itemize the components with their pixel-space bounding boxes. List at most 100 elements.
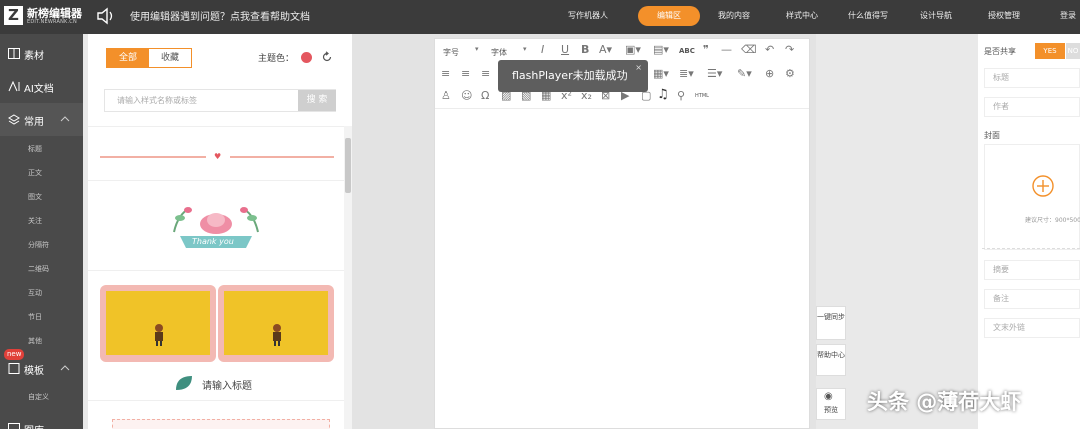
align-right-icon[interactable]: ≡	[481, 67, 490, 80]
nav-editor[interactable]: 编辑区	[638, 6, 700, 26]
divider-style-right[interactable]	[230, 156, 334, 158]
underline-icon[interactable]: U	[561, 43, 569, 56]
tab-all[interactable]: 全部	[107, 49, 149, 67]
html-button[interactable]: HTML	[695, 93, 709, 99]
brush-icon[interactable]: ✎▾	[737, 67, 752, 80]
search-button[interactable]: 搜 索	[298, 90, 336, 111]
leaf-icon	[176, 376, 192, 390]
link-icon[interactable]: ⚲	[677, 89, 685, 102]
nav-sub-interactive[interactable]: 互动	[28, 288, 42, 298]
format-icon[interactable]: ▤▾	[653, 43, 669, 56]
material-tabs: 全部 收藏	[106, 48, 192, 68]
nav-sub-custom[interactable]: 自定义	[28, 392, 49, 402]
nav-template[interactable]: 模板	[0, 352, 83, 385]
nav-writing-robot[interactable]: 写作机器人	[568, 10, 608, 21]
cover-upload[interactable]: 建议尺寸：900*500	[984, 144, 1080, 250]
external-link-field[interactable]: 文末外链	[984, 318, 1080, 338]
nav-authorization[interactable]: 授权管理	[988, 10, 1020, 21]
nav-ai-doc[interactable]: AI文档	[0, 70, 83, 103]
nav-design-guide[interactable]: 设计导航	[920, 10, 952, 21]
scroll-thumb[interactable]	[345, 138, 351, 193]
music-icon[interactable]: ♫	[657, 87, 669, 102]
thank-you-style[interactable]: Thank you	[168, 198, 264, 254]
nav-sub-image-text[interactable]: 图文	[28, 192, 42, 202]
tab-favorites[interactable]: 收藏	[149, 49, 191, 67]
nav-sub-body[interactable]: 正文	[28, 168, 42, 178]
nav-ai-doc-label: AI文档	[24, 84, 54, 95]
panel-scrollbar[interactable]	[344, 126, 352, 429]
summary-field[interactable]: 摘要	[984, 260, 1080, 280]
nav-style-center[interactable]: 样式中心	[786, 10, 818, 21]
title-style-text[interactable]: 请输入标题	[202, 377, 252, 392]
gif-style-card[interactable]	[218, 285, 334, 362]
format-brush-icon[interactable]: ♙	[441, 89, 451, 102]
nav-login[interactable]: 登录	[1060, 10, 1076, 21]
thank-you-text: Thank you	[192, 237, 234, 246]
nav-sub-follow[interactable]: 关注	[28, 216, 42, 226]
indent-icon[interactable]: ☰▾	[707, 67, 722, 80]
sync-button[interactable]: 一键同步	[816, 306, 846, 340]
quote-icon[interactable]: ❞	[703, 43, 709, 56]
table-icon[interactable]: ▦▾	[653, 67, 669, 80]
help-notice-link[interactable]: 使用编辑器遇到问题？点我查看帮助文档	[130, 8, 310, 23]
divider-style-left[interactable]	[100, 156, 206, 158]
image-icon	[8, 423, 20, 429]
zoom-icon[interactable]: ⊕	[765, 67, 774, 80]
note-field[interactable]: 备注	[984, 289, 1080, 309]
italic-icon[interactable]: I	[541, 43, 544, 56]
nav-common[interactable]: 常用	[0, 103, 83, 136]
gif-preview	[106, 291, 210, 355]
nav-sub-festival[interactable]: 节日	[28, 312, 42, 322]
align-left-icon[interactable]: ≡	[441, 67, 450, 80]
help-center-button[interactable]: 帮助中心	[816, 344, 846, 376]
eraser-icon[interactable]: ⌫	[741, 43, 757, 56]
dashed-divider	[982, 248, 1080, 249]
logo[interactable]: Z 新榜编辑器 EDIT.NEWRANK.CN	[4, 4, 92, 30]
nav-worth-writing[interactable]: 什么值得写	[848, 10, 888, 21]
nav-sub-divider[interactable]: 分隔符	[28, 240, 49, 250]
toast-text: flashPlayer未加载成功	[512, 69, 628, 82]
panel-separator	[88, 180, 344, 181]
nav-gallery[interactable]: 图库	[0, 412, 83, 429]
plus-circle-icon	[1032, 175, 1054, 197]
align-center-icon[interactable]: ≡	[461, 67, 470, 80]
material-panel: 全部 收藏 主题色： 搜 索 ♥ Thank you	[88, 34, 352, 429]
nav-sub-other[interactable]: 其他	[28, 336, 42, 346]
close-icon[interactable]: ×	[635, 52, 642, 84]
style-search-input[interactable]	[105, 90, 299, 111]
font-color-icon[interactable]: A▾	[599, 43, 612, 56]
share-no-toggle[interactable]: NO	[1066, 43, 1080, 59]
share-yes-toggle[interactable]: YES	[1035, 43, 1065, 59]
horizontal-rule-icon[interactable]: —	[721, 43, 732, 56]
nav-sub-qrcode[interactable]: 二维码	[28, 264, 49, 274]
ai-doc-icon	[8, 81, 20, 92]
strikethrough-button[interactable]: ABC	[679, 47, 695, 55]
figure-icon	[155, 324, 163, 346]
reset-icon[interactable]	[321, 51, 333, 63]
undo-icon[interactable]: ↶	[765, 43, 774, 56]
settings-icon[interactable]: ⚙	[785, 67, 795, 80]
editor: 字号 ▾ 字体 ▾ I U B A▾ ▣▾ ▤▾ ABC ❞ — ⌫ ↶ ↷ ≡…	[434, 38, 810, 429]
font-family-select[interactable]: 字体	[491, 47, 507, 58]
logo-subtitle: EDIT.NEWRANK.CN	[27, 19, 77, 25]
logo-mark: Z	[4, 6, 23, 25]
redo-icon[interactable]: ↷	[785, 43, 794, 56]
nav-material[interactable]: 素材	[0, 37, 83, 70]
nav-my-content[interactable]: 我的内容	[718, 10, 750, 21]
gif-style-card[interactable]	[100, 285, 216, 362]
font-size-select[interactable]: 字号	[443, 47, 459, 58]
emoji-icon[interactable]: ☺	[461, 89, 472, 102]
title-field[interactable]: 标题	[984, 68, 1080, 88]
speaker-icon	[97, 7, 113, 25]
line-height-icon[interactable]: ≣▾	[679, 67, 694, 80]
heart-icon: ♥	[214, 152, 222, 161]
style-card-partial[interactable]	[112, 419, 330, 429]
omega-icon[interactable]: Ω	[481, 89, 489, 102]
nav-sub-title[interactable]: 标题	[28, 144, 42, 154]
left-nav: 素材 AI文档 常用 标题 正文 图文 关注 分隔符 二维码 互动 节日 其他 …	[0, 34, 83, 429]
layers-icon	[8, 114, 20, 125]
article-settings-panel: 是否共享 YES NO 标题 作者 封面 建议尺寸：900*500 摘要 备注 …	[978, 34, 1080, 429]
author-field[interactable]: 作者	[984, 97, 1080, 117]
theme-color-swatch[interactable]	[301, 52, 312, 63]
bold-icon[interactable]: B	[581, 43, 589, 56]
